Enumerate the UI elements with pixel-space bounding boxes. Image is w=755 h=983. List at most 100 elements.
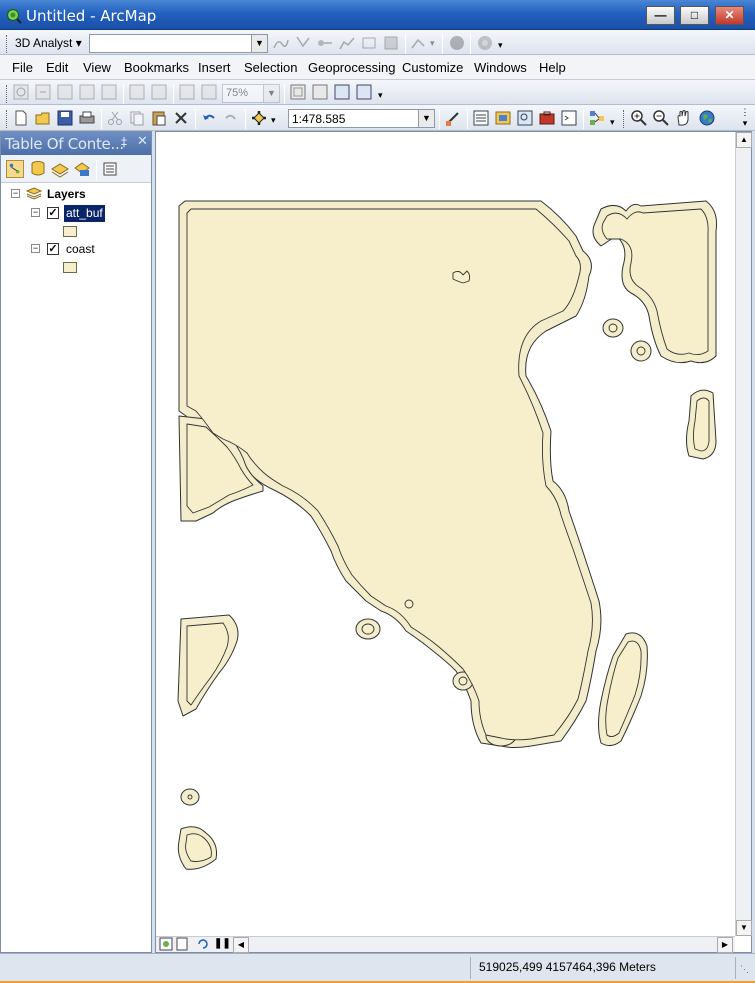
interpolate-polygon-icon[interactable] bbox=[382, 34, 400, 52]
close-icon[interactable]: ✕ bbox=[137, 134, 148, 149]
print-icon[interactable] bbox=[78, 109, 96, 127]
zoom-in-icon[interactable] bbox=[630, 109, 648, 127]
modelbuilder-icon[interactable] bbox=[588, 109, 606, 127]
zoom-out-layout-icon[interactable] bbox=[34, 83, 52, 101]
data-view-icon[interactable] bbox=[159, 937, 173, 951]
add-feature-icon[interactable] bbox=[410, 34, 428, 52]
menu-file[interactable]: File bbox=[12, 60, 33, 75]
menu-view[interactable]: View bbox=[83, 60, 111, 75]
python-window-icon[interactable] bbox=[560, 109, 578, 127]
att-buf-layer-name[interactable]: att_buf bbox=[64, 205, 105, 222]
contour-icon[interactable] bbox=[272, 34, 290, 52]
coast-layer-name[interactable]: coast bbox=[66, 242, 95, 258]
scroll-up-icon[interactable]: ▲ bbox=[736, 132, 752, 148]
map-horizontal-scrollbar[interactable]: ◀ ▶ bbox=[233, 936, 735, 953]
resize-grip-icon[interactable]: ⋱ bbox=[740, 964, 749, 975]
menu-edit[interactable]: Edit bbox=[46, 60, 68, 75]
add-data-icon[interactable] bbox=[250, 109, 268, 127]
redo-icon[interactable] bbox=[222, 109, 240, 127]
fixed-zoom-in-icon[interactable] bbox=[128, 83, 146, 101]
map-vertical-scrollbar[interactable]: ▲ ▼ bbox=[735, 132, 752, 936]
zoom-100-icon[interactable] bbox=[100, 83, 118, 101]
arctoolbox-icon[interactable] bbox=[538, 109, 556, 127]
3d-analyst-menu[interactable]: 3D Analyst ▾ bbox=[15, 36, 82, 50]
toggle-draft-mode-icon[interactable] bbox=[289, 83, 307, 101]
pause-drawing-icon[interactable]: ❚❚ bbox=[214, 938, 231, 949]
scroll-right-icon[interactable]: ▶ bbox=[717, 937, 733, 953]
toolbar-grip[interactable] bbox=[6, 110, 9, 128]
minimize-button[interactable]: — bbox=[646, 6, 675, 25]
layers-root-label[interactable]: Layers bbox=[47, 187, 86, 203]
paste-icon[interactable] bbox=[150, 109, 168, 127]
open-folder-icon[interactable] bbox=[34, 109, 52, 127]
toolbar-options-icon[interactable]: ▾ bbox=[378, 90, 383, 101]
zoom-in-layout-icon[interactable] bbox=[12, 83, 30, 101]
arcscene-icon[interactable] bbox=[448, 34, 466, 52]
delete-icon[interactable] bbox=[172, 109, 190, 127]
line-of-sight-icon[interactable] bbox=[316, 34, 334, 52]
toolbar-grip[interactable] bbox=[623, 110, 626, 128]
arcglobe-icon[interactable] bbox=[476, 34, 494, 52]
change-layout-icon[interactable] bbox=[333, 83, 351, 101]
att-buf-symbol-swatch[interactable] bbox=[63, 226, 77, 237]
menu-selection[interactable]: Selection bbox=[244, 60, 297, 75]
previous-extent-layout-icon[interactable] bbox=[178, 83, 196, 101]
zoom-whole-page-icon[interactable] bbox=[78, 83, 96, 101]
collapse-layers-icon[interactable]: − bbox=[11, 189, 20, 198]
map-canvas[interactable] bbox=[156, 132, 736, 937]
layout-view-icon[interactable] bbox=[175, 937, 189, 951]
map-display[interactable] bbox=[155, 131, 752, 953]
table-of-contents-icon[interactable] bbox=[472, 109, 490, 127]
full-extent-globe-icon[interactable] bbox=[698, 109, 716, 127]
list-by-selection-icon[interactable] bbox=[73, 160, 91, 178]
scroll-down-icon[interactable]: ▼ bbox=[736, 920, 752, 936]
chevron-down-icon[interactable]: ▾ bbox=[271, 115, 276, 126]
refresh-view-icon[interactable] bbox=[196, 937, 210, 951]
list-by-visibility-icon[interactable] bbox=[51, 160, 69, 178]
menu-bookmarks[interactable]: Bookmarks bbox=[124, 60, 189, 75]
list-by-drawing-order-icon[interactable] bbox=[6, 160, 24, 178]
undo-icon[interactable] bbox=[200, 109, 218, 127]
coast-visibility-checkbox[interactable]: ✓ bbox=[47, 243, 59, 255]
att-buf-visibility-checkbox[interactable]: ✓ bbox=[47, 207, 59, 219]
collapse-att-buf-icon[interactable]: − bbox=[31, 208, 40, 217]
search-window-icon[interactable] bbox=[516, 109, 534, 127]
menu-windows[interactable]: Windows bbox=[474, 60, 527, 75]
toolbar-overflow-icon[interactable]: ⋮ ▾ bbox=[738, 107, 752, 129]
collapse-coast-icon[interactable]: − bbox=[31, 244, 40, 253]
save-icon[interactable] bbox=[56, 109, 74, 127]
data-driven-pages-icon[interactable] bbox=[355, 83, 373, 101]
toolbar-grip[interactable] bbox=[6, 35, 9, 53]
layout-zoom-combo[interactable]: 75% ▼ bbox=[222, 84, 280, 103]
menu-customize[interactable]: Customize bbox=[402, 60, 463, 75]
pan-hand-icon[interactable] bbox=[674, 109, 692, 127]
interpolate-line-icon[interactable] bbox=[360, 34, 378, 52]
3d-analyst-layer-combo[interactable]: ▼ bbox=[89, 34, 268, 53]
maximize-button[interactable]: □ bbox=[680, 6, 709, 25]
zoom-out-icon[interactable] bbox=[652, 109, 670, 127]
editor-toolbar-icon[interactable] bbox=[444, 109, 462, 127]
close-button[interactable]: ✕ bbox=[715, 6, 744, 25]
menu-insert[interactable]: Insert bbox=[198, 60, 231, 75]
next-extent-layout-icon[interactable] bbox=[200, 83, 218, 101]
copy-icon[interactable] bbox=[128, 109, 146, 127]
focus-data-frame-icon[interactable] bbox=[311, 83, 329, 101]
coast-symbol-swatch[interactable] bbox=[63, 262, 77, 273]
catalog-icon[interactable] bbox=[494, 109, 512, 127]
toolbar-grip[interactable] bbox=[6, 85, 9, 103]
menu-geoprocessing[interactable]: Geoprocessing bbox=[308, 60, 395, 75]
scroll-left-icon[interactable]: ◀ bbox=[233, 937, 249, 953]
profile-graph-icon[interactable] bbox=[338, 34, 356, 52]
cut-icon[interactable] bbox=[106, 109, 124, 127]
steepest-path-icon[interactable] bbox=[294, 34, 312, 52]
fixed-zoom-out-icon[interactable] bbox=[150, 83, 168, 101]
pin-icon[interactable]: ‡ bbox=[121, 135, 127, 149]
toolbar-options-icon[interactable]: ▾ bbox=[610, 117, 615, 128]
menu-help[interactable]: Help bbox=[539, 60, 566, 75]
new-document-icon[interactable] bbox=[12, 109, 30, 127]
toolbar-options-icon[interactable]: ▾ bbox=[498, 40, 503, 51]
toc-options-icon[interactable] bbox=[101, 160, 119, 178]
map-scale-combo[interactable]: 1:478.585 ▼ bbox=[288, 109, 435, 128]
list-by-source-icon[interactable] bbox=[29, 160, 47, 178]
pan-layout-icon[interactable] bbox=[56, 83, 74, 101]
